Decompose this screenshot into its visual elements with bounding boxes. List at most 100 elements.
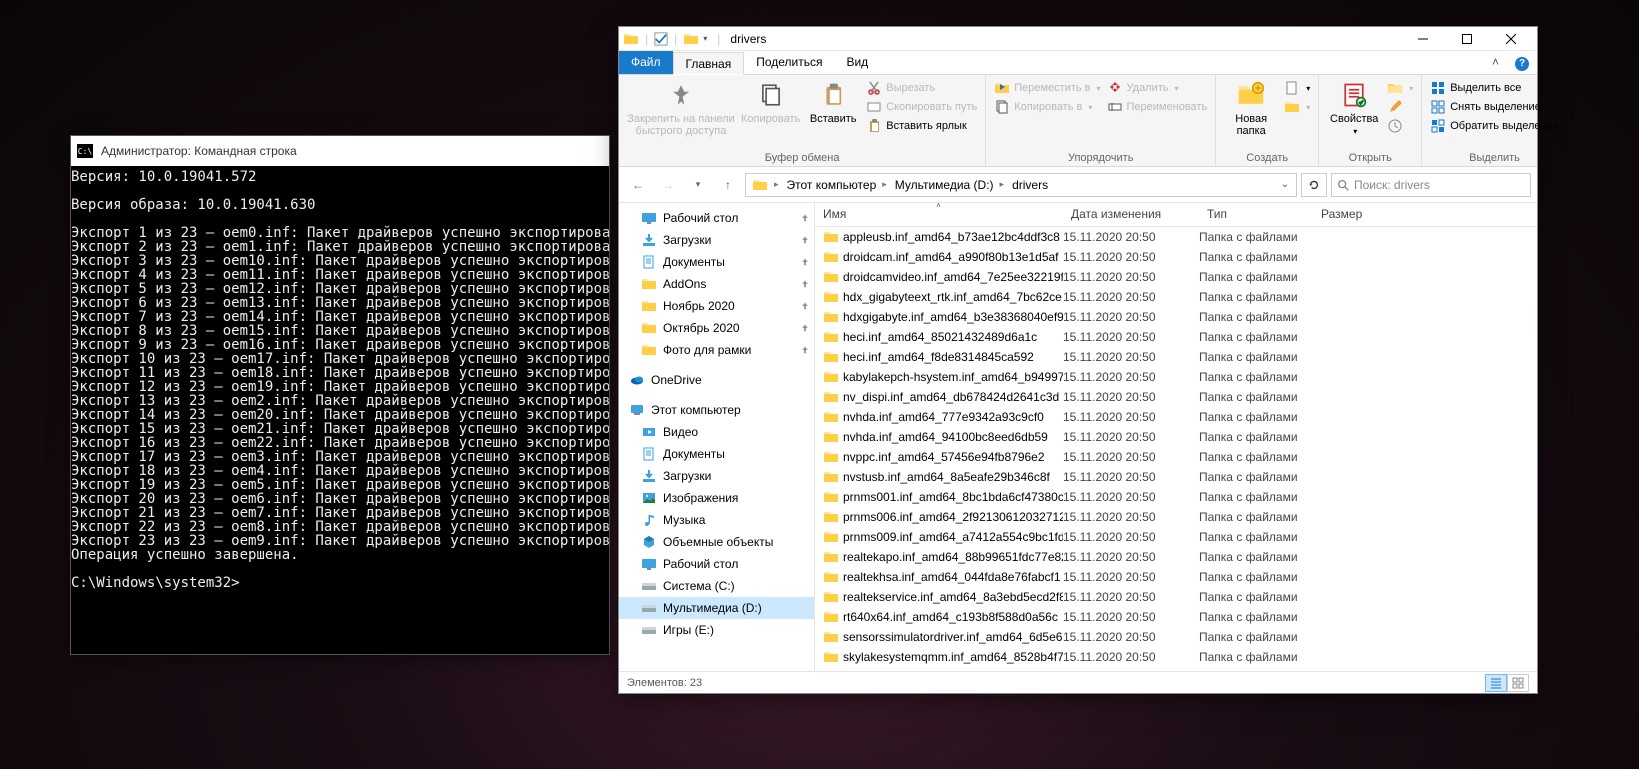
icons-view-button[interactable] (1507, 674, 1529, 692)
nav-item[interactable]: Игры (E:) (619, 619, 814, 641)
table-row[interactable]: sensorssimulatordriver.inf_amd64_6d5e6..… (815, 627, 1537, 647)
table-row[interactable]: nvppc.inf_amd64_57456e94fb8796e215.11.20… (815, 447, 1537, 467)
breadcrumb-segment[interactable]: Мультимедиа (D:)▸ (891, 178, 1008, 192)
up-button[interactable]: ↑ (715, 172, 741, 198)
table-row[interactable]: kabylakepch-hsystem.inf_amd64_b94997...1… (815, 367, 1537, 387)
forward-button[interactable]: → (655, 172, 681, 198)
copy-to-button[interactable]: Копировать в▾ (992, 98, 1102, 116)
nav-item[interactable]: Изображения (619, 487, 814, 509)
table-row[interactable]: hdx_gigabyteext_rtk.inf_amd64_7bc62ce...… (815, 287, 1537, 307)
chevron-right-icon[interactable]: ▸ (882, 179, 887, 190)
navigation-pane[interactable]: Рабочий столЗагрузкиДокументыAddOnsНоябр… (619, 203, 815, 671)
table-row[interactable]: realtekapo.inf_amd64_88b99651fdc77e8215.… (815, 547, 1537, 567)
new-folder-button[interactable]: Новая папка (1222, 77, 1280, 139)
file-list[interactable]: appleusb.inf_amd64_b73ae12bc4ddf3c815.11… (815, 227, 1537, 671)
close-button[interactable] (1489, 27, 1533, 51)
chevron-right-icon[interactable]: ▸ (1000, 179, 1005, 190)
nav-item[interactable]: Система (C:) (619, 575, 814, 597)
nav-item[interactable]: Этот компьютер (619, 399, 814, 421)
column-name[interactable]: Имя˄ (815, 203, 1063, 226)
rename-button[interactable]: Переименовать (1105, 98, 1210, 116)
back-button[interactable]: ← (625, 172, 651, 198)
nav-item[interactable]: Фото для рамки (619, 339, 814, 361)
table-row[interactable]: droidcam.inf_amd64_a990f80b13e1d5af15.11… (815, 247, 1537, 267)
qat-folder-icon[interactable] (683, 31, 699, 47)
table-row[interactable]: heci.inf_amd64_85021432489d6a1c15.11.202… (815, 327, 1537, 347)
pin-to-quick-access-button[interactable]: Закрепить на панели быстрого доступа (625, 77, 737, 139)
tab-share[interactable]: Поделиться (744, 51, 834, 74)
table-row[interactable]: prnms006.inf_amd64_2f9213061203271215.11… (815, 507, 1537, 527)
qat-checkbox-icon[interactable] (654, 32, 668, 46)
breadcrumb[interactable]: ▸ Этот компьютер▸ Мультимедиа (D:)▸ driv… (745, 173, 1297, 197)
nav-item[interactable]: OneDrive (619, 369, 814, 391)
tab-home[interactable]: Главная (673, 52, 745, 75)
select-all-button[interactable]: Выделить все (1428, 79, 1561, 97)
nav-item[interactable]: Рабочий стол (619, 553, 814, 575)
search-input[interactable]: Поиск: drivers (1331, 173, 1531, 197)
table-row[interactable]: nv_dispi.inf_amd64_db678424d2641c3d15.11… (815, 387, 1537, 407)
ribbon-collapse-button[interactable]: ˄ (1484, 51, 1507, 74)
qat-dropdown-icon[interactable]: ▾ (703, 34, 707, 43)
nav-item[interactable]: Объемные объекты (619, 531, 814, 553)
table-row[interactable]: appleusb.inf_amd64_b73ae12bc4ddf3c815.11… (815, 227, 1537, 247)
table-row[interactable]: hdxgigabyte.inf_amd64_b3e38368040ef91115… (815, 307, 1537, 327)
console-titlebar[interactable]: C:\ Администратор: Командная строка (71, 136, 609, 166)
paste-shortcut-button[interactable]: Вставить ярлык (864, 117, 979, 135)
table-row[interactable]: skylakesystemqmm.inf_amd64_8528b4f715.11… (815, 647, 1537, 667)
table-row[interactable]: prnms009.inf_amd64_a7412a554c9bc1fd15.11… (815, 527, 1537, 547)
new-item-button[interactable]: ▾ (1282, 79, 1312, 97)
copy-button[interactable]: Копировать (739, 77, 802, 127)
console-output[interactable]: Версия: 10.0.19041.572 Версия образа: 10… (71, 166, 609, 590)
explorer-window[interactable]: | | ▾ | drivers Файл Главная Поделиться … (618, 26, 1538, 694)
move-to-button[interactable]: Переместить в▾ (992, 79, 1102, 97)
nav-item[interactable]: Октябрь 2020 (619, 317, 814, 339)
tab-view[interactable]: Вид (834, 51, 880, 74)
address-history-button[interactable]: ⌄ (1276, 176, 1294, 194)
nav-item[interactable]: Рабочий стол (619, 207, 814, 229)
refresh-button[interactable] (1301, 173, 1327, 197)
edit-button[interactable] (1385, 98, 1415, 116)
delete-button[interactable]: Удалить▾ (1105, 79, 1210, 97)
open-button[interactable]: ▾ (1385, 79, 1415, 97)
command-prompt-window[interactable]: C:\ Администратор: Командная строка Верс… (70, 135, 610, 655)
properties-button[interactable]: Свойства▾ (1325, 77, 1383, 140)
easy-access-button[interactable]: ▾ (1282, 98, 1312, 116)
column-type[interactable]: Тип (1199, 203, 1313, 226)
column-headers[interactable]: Имя˄ Дата изменения Тип Размер (815, 203, 1537, 227)
table-row[interactable]: heci.inf_amd64_f8de8314845ca59215.11.202… (815, 347, 1537, 367)
nav-item[interactable]: Музыка (619, 509, 814, 531)
copy-path-button[interactable]: Скопировать путь (864, 98, 979, 116)
breadcrumb-segment[interactable]: drivers (1008, 178, 1052, 192)
nav-item[interactable]: Ноябрь 2020 (619, 295, 814, 317)
table-row[interactable]: rt640x64.inf_amd64_c193b8f588d0a56c15.11… (815, 607, 1537, 627)
table-row[interactable]: prnms001.inf_amd64_8bc1bda6cf47380c15.11… (815, 487, 1537, 507)
details-view-button[interactable] (1485, 674, 1507, 692)
minimize-button[interactable] (1401, 27, 1445, 51)
nav-item[interactable]: Документы (619, 251, 814, 273)
nav-item[interactable]: Видео (619, 421, 814, 443)
history-button[interactable] (1385, 117, 1415, 135)
table-row[interactable]: nvstusb.inf_amd64_8a5eafe29b346c8f15.11.… (815, 467, 1537, 487)
recent-locations-button[interactable]: ▾ (685, 172, 711, 198)
maximize-button[interactable] (1445, 27, 1489, 51)
table-row[interactable]: nvhda.inf_amd64_94100bc8eed6db5915.11.20… (815, 427, 1537, 447)
help-button[interactable]: ? (1507, 51, 1537, 74)
table-row[interactable]: droidcamvideo.inf_amd64_7e25ee32219f...1… (815, 267, 1537, 287)
nav-item[interactable]: Загрузки (619, 229, 814, 251)
breadcrumb-segment[interactable]: Этот компьютер▸ (783, 178, 891, 192)
column-date[interactable]: Дата изменения (1063, 203, 1199, 226)
paste-button[interactable]: Вставить (804, 77, 862, 127)
chevron-right-icon[interactable]: ▸ (774, 179, 779, 190)
nav-item[interactable]: Документы (619, 443, 814, 465)
cut-button[interactable]: Вырезать (864, 79, 979, 97)
table-row[interactable]: nvhda.inf_amd64_777e9342a93c9cf015.11.20… (815, 407, 1537, 427)
table-row[interactable]: realtekservice.inf_amd64_8a3ebd5ecd2f8..… (815, 587, 1537, 607)
column-size[interactable]: Размер (1313, 203, 1537, 226)
tab-file[interactable]: Файл (619, 51, 673, 74)
table-row[interactable]: realtekhsa.inf_amd64_044fda8e76fabcf115.… (815, 567, 1537, 587)
nav-item[interactable]: Мультимедиа (D:) (619, 597, 814, 619)
nav-item[interactable]: AddOns (619, 273, 814, 295)
nav-item[interactable]: Загрузки (619, 465, 814, 487)
select-none-button[interactable]: Снять выделение (1428, 98, 1561, 116)
invert-selection-button[interactable]: Обратить выделение (1428, 117, 1561, 135)
